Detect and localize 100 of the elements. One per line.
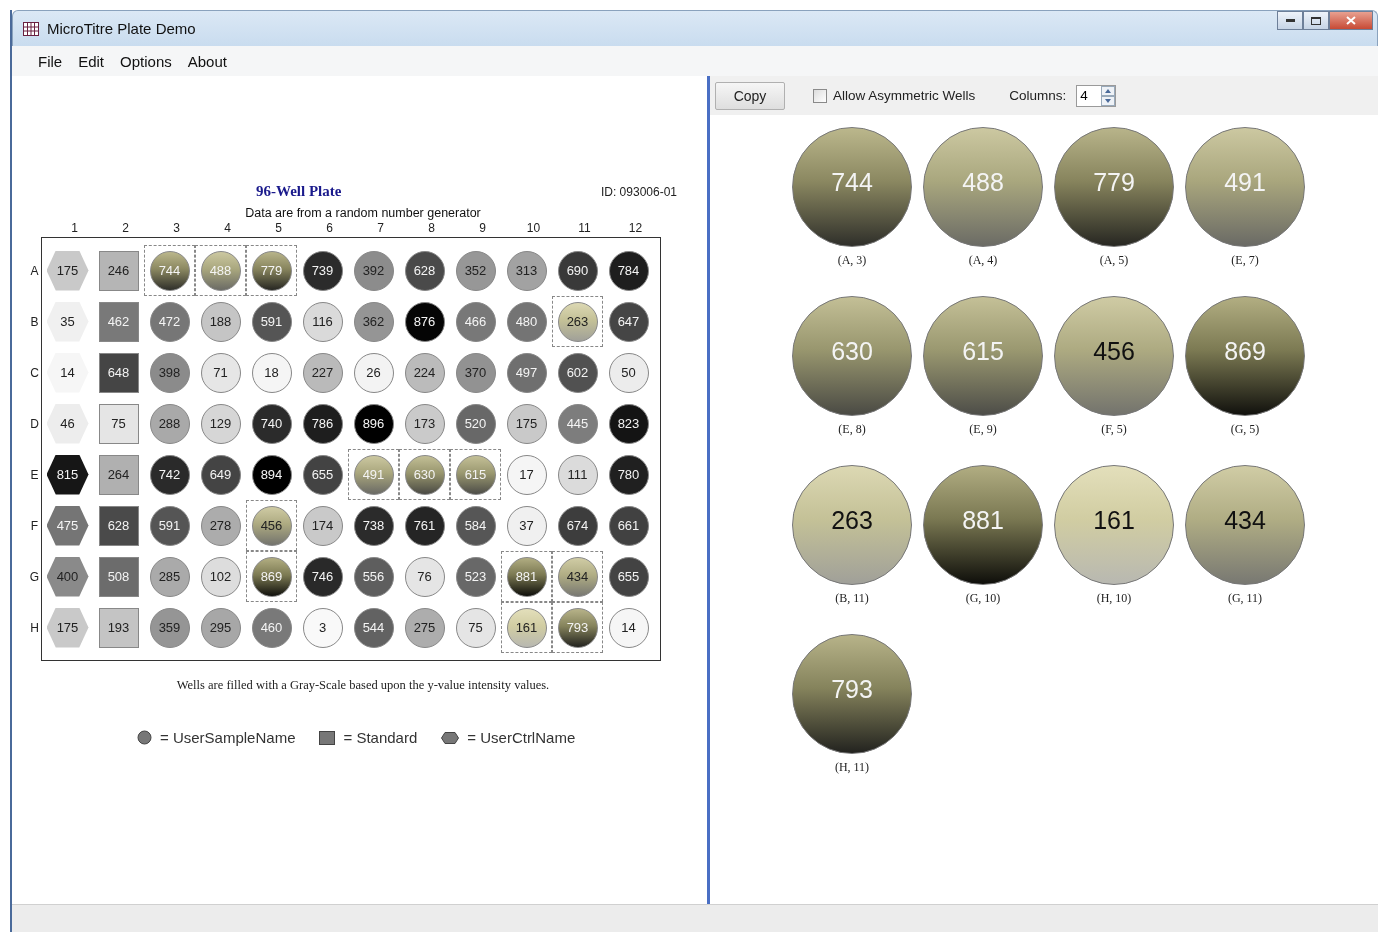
sample-well[interactable]: 26	[353, 352, 394, 393]
sample-well[interactable]: 173	[404, 403, 445, 444]
copy-button[interactable]: Copy	[715, 81, 785, 110]
sample-well[interactable]: 674	[557, 505, 598, 546]
sample-well[interactable]: 520	[455, 403, 496, 444]
sample-well[interactable]: 647	[608, 301, 649, 342]
sample-well[interactable]: 584	[455, 505, 496, 546]
columns-spinner[interactable]: 4	[1076, 84, 1117, 107]
sample-well[interactable]: 313	[506, 250, 547, 291]
sample-well[interactable]: 71	[200, 352, 241, 393]
sample-well[interactable]: 456	[251, 505, 292, 546]
sample-well[interactable]: 591	[251, 301, 292, 342]
close-button[interactable]	[1329, 11, 1373, 30]
sample-well[interactable]: 285	[149, 556, 190, 597]
sample-well[interactable]: 661	[608, 505, 649, 546]
standard-well[interactable]: 193	[98, 607, 139, 648]
sample-well[interactable]: 116	[302, 301, 343, 342]
sample-well[interactable]: 472	[149, 301, 190, 342]
sample-well[interactable]: 17	[506, 454, 547, 495]
sample-well[interactable]: 780	[608, 454, 649, 495]
sample-well[interactable]: 869	[251, 556, 292, 597]
sample-well[interactable]: 602	[557, 352, 598, 393]
sample-well[interactable]: 591	[149, 505, 190, 546]
sample-well[interactable]: 398	[149, 352, 190, 393]
sample-well[interactable]: 392	[353, 250, 394, 291]
menu-item[interactable]: File	[30, 52, 71, 70]
control-well[interactable]: 400	[46, 556, 89, 597]
sample-well[interactable]: 761	[404, 505, 445, 546]
standard-well[interactable]: 508	[98, 556, 139, 597]
standard-well[interactable]: 264	[98, 454, 139, 495]
sample-well[interactable]: 460	[251, 607, 292, 648]
sample-well[interactable]: 823	[608, 403, 649, 444]
sample-well[interactable]: 628	[404, 250, 445, 291]
control-well[interactable]: 815	[46, 454, 89, 495]
sample-well[interactable]: 50	[608, 352, 649, 393]
sample-well[interactable]: 876	[404, 301, 445, 342]
sample-well[interactable]: 784	[608, 250, 649, 291]
control-well[interactable]: 14	[46, 352, 89, 393]
sample-well[interactable]: 76	[404, 556, 445, 597]
sample-well[interactable]: 111	[557, 454, 598, 495]
sample-well[interactable]: 746	[302, 556, 343, 597]
sample-well[interactable]: 740	[251, 403, 292, 444]
sample-well[interactable]: 742	[149, 454, 190, 495]
maximize-button[interactable]	[1303, 11, 1329, 30]
sample-well[interactable]: 37	[506, 505, 547, 546]
sample-well[interactable]: 655	[302, 454, 343, 495]
sample-well[interactable]: 174	[302, 505, 343, 546]
sample-well[interactable]: 434	[557, 556, 598, 597]
sample-well[interactable]: 497	[506, 352, 547, 393]
sample-well[interactable]: 75	[455, 607, 496, 648]
standard-well[interactable]: 462	[98, 301, 139, 342]
sample-well[interactable]: 224	[404, 352, 445, 393]
sample-well[interactable]: 556	[353, 556, 394, 597]
menu-item[interactable]: Options	[112, 52, 180, 70]
sample-well[interactable]: 480	[506, 301, 547, 342]
sample-well[interactable]: 523	[455, 556, 496, 597]
sample-well[interactable]: 786	[302, 403, 343, 444]
sample-well[interactable]: 370	[455, 352, 496, 393]
sample-well[interactable]: 263	[557, 301, 598, 342]
sample-well[interactable]: 359	[149, 607, 190, 648]
checkbox[interactable]	[813, 88, 827, 103]
sample-well[interactable]: 3	[302, 607, 343, 648]
menu-item[interactable]: About	[179, 52, 235, 70]
control-well[interactable]: 35	[46, 301, 89, 342]
sample-well[interactable]: 466	[455, 301, 496, 342]
sample-well[interactable]: 295	[200, 607, 241, 648]
sample-well[interactable]: 188	[200, 301, 241, 342]
control-well[interactable]: 46	[46, 403, 89, 444]
sample-well[interactable]: 278	[200, 505, 241, 546]
spinner-arrows-icon[interactable]	[1101, 85, 1116, 106]
standard-well[interactable]: 75	[98, 403, 139, 444]
standard-well[interactable]: 628	[98, 505, 139, 546]
sample-well[interactable]: 275	[404, 607, 445, 648]
sample-well[interactable]: 175	[506, 403, 547, 444]
standard-well[interactable]: 246	[98, 250, 139, 291]
control-well[interactable]: 175	[46, 607, 89, 648]
standard-well[interactable]: 648	[98, 352, 139, 393]
sample-well[interactable]: 793	[557, 607, 598, 648]
sample-well[interactable]: 655	[608, 556, 649, 597]
sample-well[interactable]: 352	[455, 250, 496, 291]
sample-well[interactable]: 544	[353, 607, 394, 648]
control-well[interactable]: 175	[46, 250, 89, 291]
menu-item[interactable]: Edit	[70, 52, 113, 70]
sample-well[interactable]: 102	[200, 556, 241, 597]
sample-well[interactable]: 129	[200, 403, 241, 444]
control-well[interactable]: 475	[46, 505, 89, 546]
sample-well[interactable]: 896	[353, 403, 394, 444]
sample-well[interactable]: 738	[353, 505, 394, 546]
minimize-button[interactable]	[1277, 11, 1303, 30]
sample-well[interactable]: 14	[608, 607, 649, 648]
sample-well[interactable]: 739	[302, 250, 343, 291]
sample-well[interactable]: 649	[200, 454, 241, 495]
sample-well[interactable]: 227	[302, 352, 343, 393]
sample-well[interactable]: 445	[557, 403, 598, 444]
sample-well[interactable]: 744	[149, 250, 190, 291]
sample-well[interactable]: 18	[251, 352, 292, 393]
sample-well[interactable]: 288	[149, 403, 190, 444]
sample-well[interactable]: 690	[557, 250, 598, 291]
sample-well[interactable]: 881	[506, 556, 547, 597]
sample-well[interactable]: 362	[353, 301, 394, 342]
